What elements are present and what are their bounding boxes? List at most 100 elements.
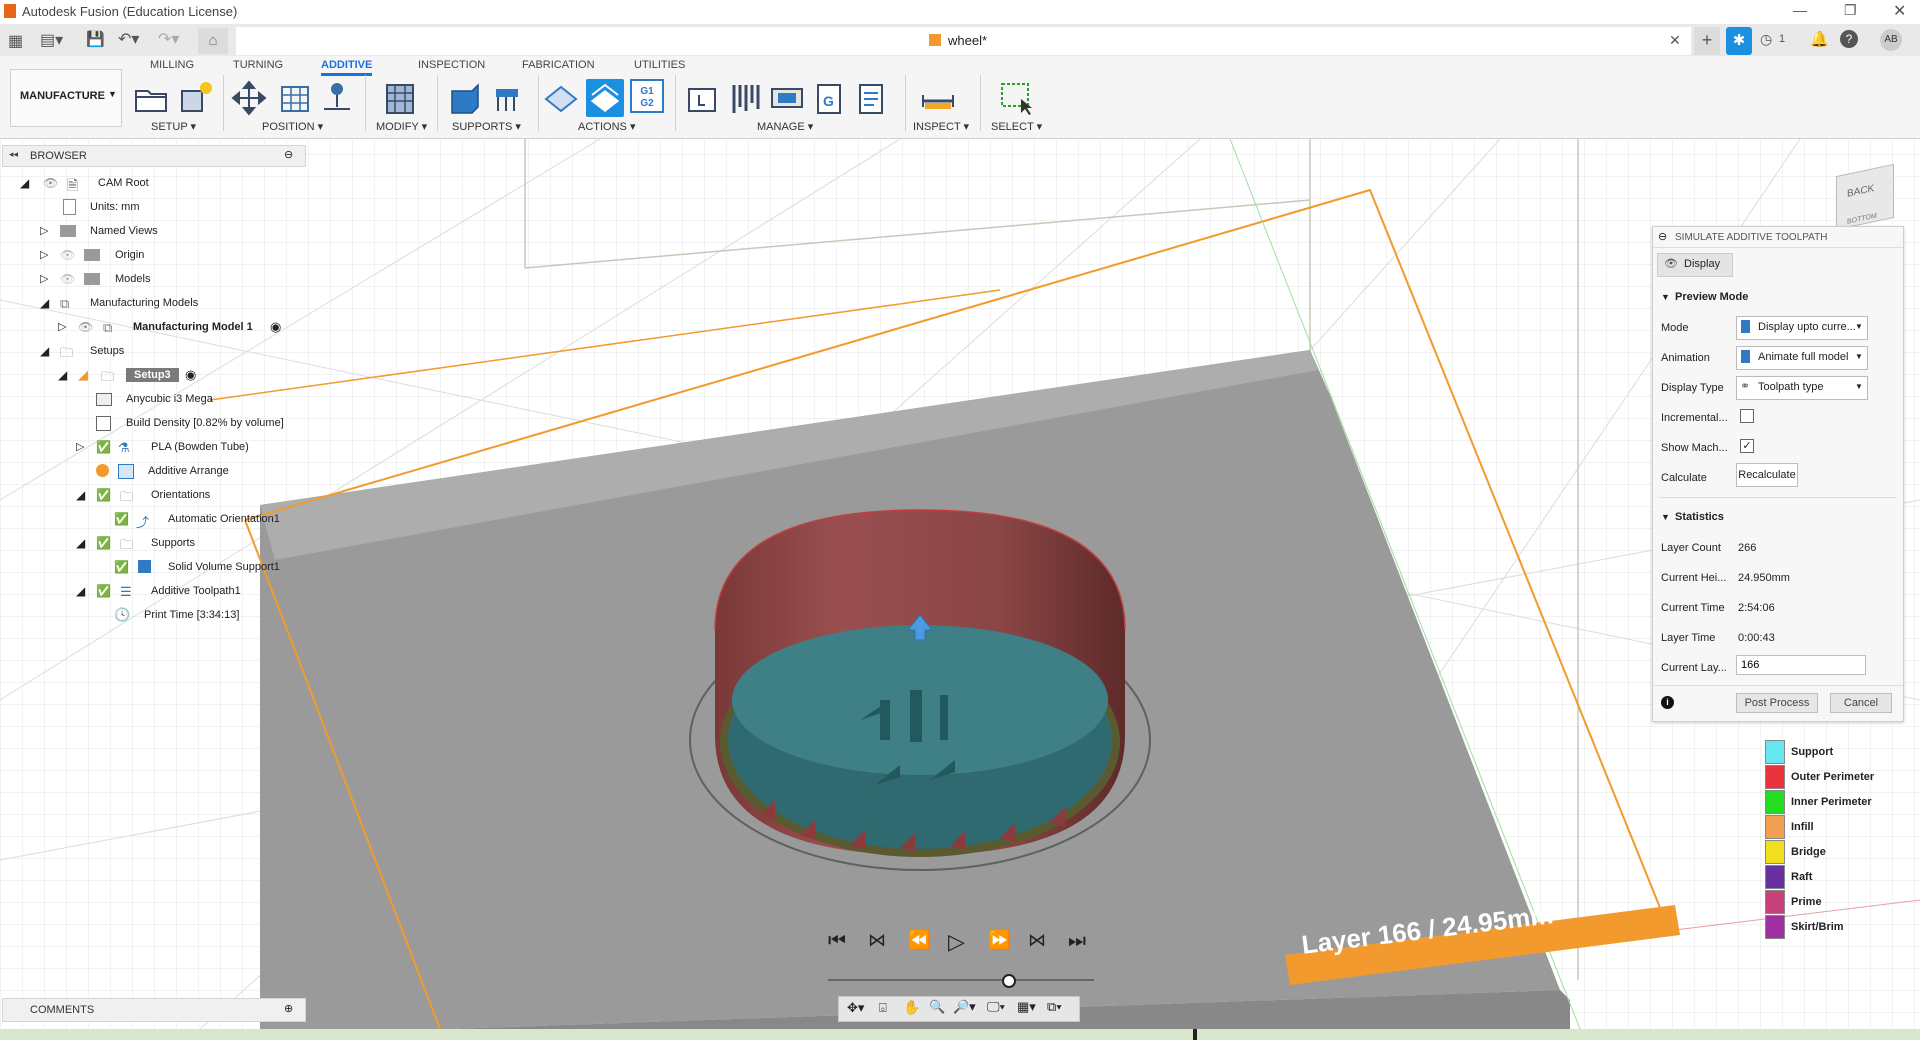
current-layer-input[interactable]: [1736, 655, 1866, 675]
pan-icon[interactable]: ✋: [903, 999, 920, 1016]
incremental-checkbox[interactable]: [1740, 409, 1754, 423]
app-grid-icon[interactable]: ▦: [8, 31, 23, 51]
save-icon[interactable]: 💾: [86, 30, 105, 48]
step-back-icon[interactable]: ⏪: [908, 930, 930, 951]
home-icon[interactable]: ⌂: [198, 28, 228, 54]
machine-library-icon[interactable]: [683, 79, 721, 117]
skip-to-end-icon[interactable]: ⏭: [1068, 930, 1086, 953]
solid-support-icon[interactable]: [446, 79, 484, 117]
collapse-triangle-icon[interactable]: ◢: [20, 176, 29, 190]
job-status-icon[interactable]: ◷: [1760, 31, 1772, 48]
step-forward-icon[interactable]: ⏩: [988, 930, 1010, 951]
generate-icon[interactable]: [542, 79, 580, 117]
workspace-switcher[interactable]: MANUFACTURE ▼: [10, 69, 122, 127]
help-icon[interactable]: ?: [1840, 30, 1858, 48]
activate-radio-icon[interactable]: ◉: [270, 319, 281, 335]
undo-icon[interactable]: ↶▾: [118, 29, 139, 49]
previous-operation-icon[interactable]: ⋈: [868, 930, 886, 951]
grid-settings-icon[interactable]: ▦▾: [1017, 999, 1036, 1015]
print-setting-library-icon[interactable]: [768, 79, 806, 117]
user-avatar[interactable]: AB: [1880, 29, 1902, 51]
tool-library-icon[interactable]: [726, 79, 764, 117]
supports-group-label[interactable]: SUPPORTS ▾: [452, 120, 521, 133]
tab-inspection[interactable]: INSPECTION: [418, 59, 485, 71]
close-window-icon[interactable]: ✕: [1893, 1, 1906, 21]
close-tab-icon[interactable]: ✕: [1669, 32, 1681, 49]
collapse-triangle-icon[interactable]: ◢: [76, 488, 85, 502]
3d-viewport[interactable]: [0, 139, 1920, 1029]
file-menu-icon[interactable]: ▤▾: [40, 30, 63, 50]
play-icon[interactable]: ▷: [948, 929, 965, 955]
select-window-icon[interactable]: [997, 79, 1035, 117]
post-process-button[interactable]: Post Process: [1736, 693, 1818, 713]
select-group-label[interactable]: SELECT ▾: [991, 120, 1042, 133]
timeline-thumb[interactable]: [1001, 974, 1016, 988]
browser-header[interactable]: ◂◂ BROWSER ⊖: [2, 145, 306, 167]
visibility-eye-icon[interactable]: 👁: [43, 176, 58, 190]
orbit-icon[interactable]: ✥▾: [847, 1000, 864, 1016]
visibility-eye-icon[interactable]: 👁: [60, 272, 75, 286]
notifications-icon[interactable]: 🔔: [1810, 30, 1829, 48]
cancel-button[interactable]: Cancel: [1830, 693, 1892, 713]
look-at-icon[interactable]: ⌻: [879, 1000, 887, 1016]
expand-triangle-icon[interactable]: ▷: [40, 272, 48, 285]
show-machine-checkbox[interactable]: ✓: [1740, 439, 1754, 453]
viewports-icon[interactable]: ⧉▾: [1047, 999, 1062, 1015]
collapse-triangle-icon[interactable]: ◢: [76, 536, 85, 550]
animation-select[interactable]: Animate full model ▼: [1736, 346, 1868, 370]
next-operation-icon[interactable]: ⋈: [1028, 930, 1046, 951]
zoom-icon[interactable]: 🔍: [929, 999, 945, 1015]
modify-icon[interactable]: [381, 79, 419, 117]
collapse-panel-icon[interactable]: ⊖: [1658, 230, 1667, 243]
measure-icon[interactable]: [919, 79, 957, 117]
info-icon[interactable]: i: [1661, 696, 1674, 709]
display-settings-icon[interactable]: 🖵▾: [987, 999, 1005, 1015]
manage-group-label[interactable]: MANAGE ▾: [757, 120, 813, 133]
tab-display[interactable]: 👁 Display: [1657, 253, 1733, 277]
extensions-icon[interactable]: ✱: [1726, 27, 1752, 55]
post-library-icon[interactable]: G: [810, 79, 848, 117]
tab-additive[interactable]: ADDITIVE: [321, 59, 373, 76]
comments-panel[interactable]: COMMENTS ⊕: [2, 998, 306, 1022]
place-on-platform-icon[interactable]: [318, 79, 356, 117]
minimize-icon[interactable]: —: [1793, 2, 1807, 18]
tab-turning[interactable]: TURNING: [233, 59, 283, 71]
collapse-triangle-icon[interactable]: ◢: [76, 584, 85, 598]
viewcube-back-face[interactable]: BACK: [1847, 183, 1874, 200]
tab-fabrication[interactable]: FABRICATION: [522, 59, 595, 71]
collapse-triangle-icon[interactable]: ◢: [40, 296, 49, 310]
browser-options-icon[interactable]: ⊖: [284, 148, 293, 161]
redo-icon[interactable]: ↷▾: [158, 29, 179, 49]
panel-header[interactable]: ⊖ SIMULATE ADDITIVE TOOLPATH: [1653, 227, 1903, 248]
skip-to-start-icon[interactable]: ⏮: [828, 930, 846, 953]
actions-group-label[interactable]: ACTIONS ▾: [578, 120, 635, 133]
template-library-icon[interactable]: [852, 79, 890, 117]
add-comment-icon[interactable]: ⊕: [284, 1002, 293, 1015]
post-process-icon[interactable]: G1 G2: [630, 79, 664, 113]
activate-radio-icon[interactable]: ◉: [185, 367, 196, 383]
display-type-select[interactable]: ⚭ Toolpath type ▼: [1736, 376, 1868, 400]
expand-triangle-icon[interactable]: ▷: [40, 248, 48, 261]
timeline-slider[interactable]: [828, 974, 1094, 988]
inspect-group-label[interactable]: INSPECT ▾: [913, 120, 969, 133]
restore-icon[interactable]: ❐: [1844, 2, 1857, 19]
bar-support-icon[interactable]: [488, 79, 526, 117]
visibility-eye-icon[interactable]: 👁: [60, 248, 75, 262]
setup-group-label[interactable]: SETUP ▾: [151, 120, 196, 133]
new-tab-icon[interactable]: +: [1694, 27, 1720, 55]
arrange-icon[interactable]: [276, 79, 314, 117]
zoom-window-icon[interactable]: 🔎▾: [953, 999, 976, 1015]
visibility-eye-icon[interactable]: 👁: [78, 320, 93, 334]
new-folder-icon[interactable]: [132, 79, 170, 117]
tab-milling[interactable]: MILLING: [150, 59, 194, 71]
simulate-icon[interactable]: [586, 79, 624, 117]
collapse-browser-icon[interactable]: ◂◂: [9, 149, 18, 160]
mode-select[interactable]: Display upto curre... ▼: [1736, 316, 1868, 340]
expand-triangle-icon[interactable]: ▷: [40, 224, 48, 237]
move-icon[interactable]: [230, 79, 268, 117]
position-group-label[interactable]: POSITION ▾: [262, 120, 323, 133]
expand-triangle-icon[interactable]: ▷: [76, 440, 84, 453]
collapse-triangle-icon[interactable]: ◢: [40, 344, 49, 358]
tab-utilities[interactable]: UTILITIES: [634, 59, 685, 71]
collapse-triangle-icon[interactable]: ◢: [58, 368, 67, 382]
